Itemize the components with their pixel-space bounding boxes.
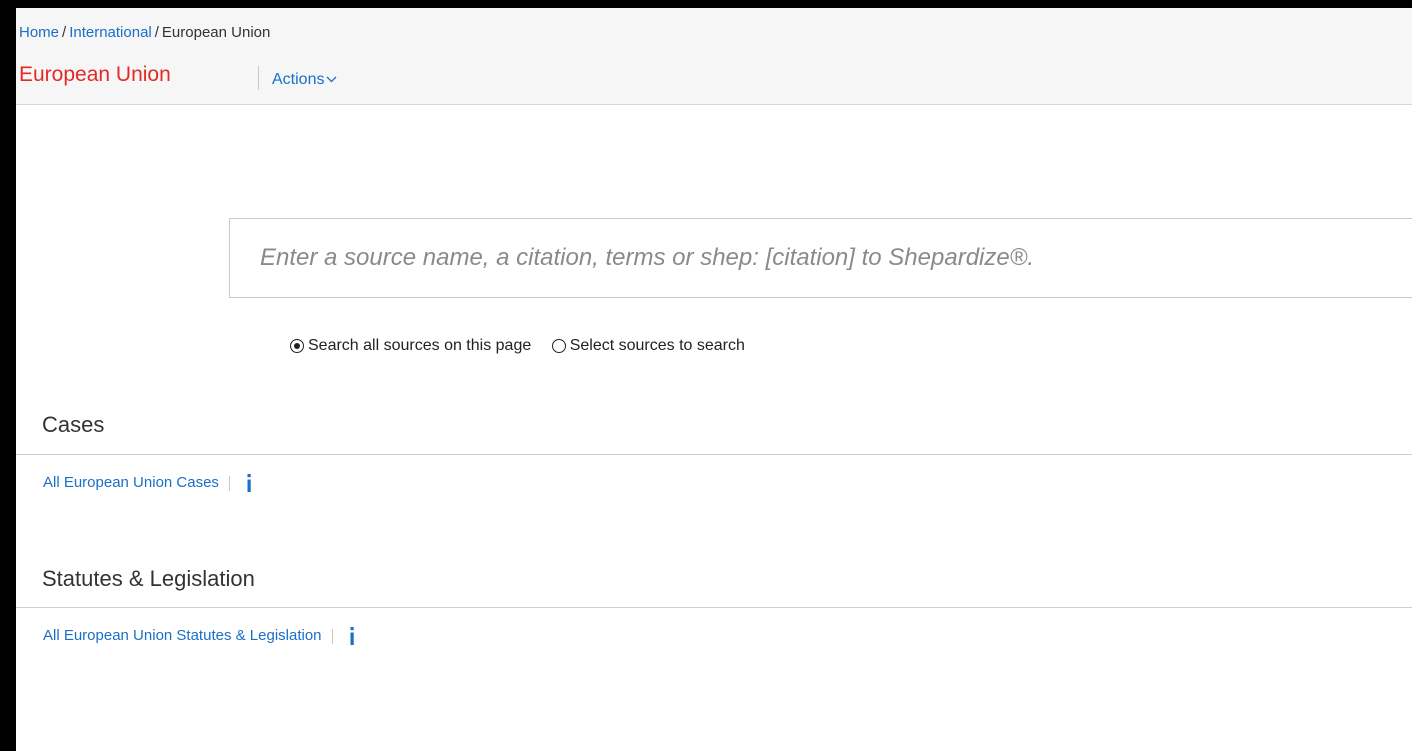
breadcrumb: Home / International / European Union xyxy=(19,23,270,43)
page-header: Home / International / European Union Europe… xyxy=(16,8,1412,105)
link-divider xyxy=(228,475,230,491)
info-icon[interactable] xyxy=(244,472,254,494)
source-row-cases: All European Union Cases xyxy=(43,472,254,494)
actions-dropdown[interactable]: Actions xyxy=(272,68,337,91)
all-eu-cases-link[interactable]: All European Union Cases xyxy=(43,473,219,493)
link-divider xyxy=(331,628,333,644)
info-icon[interactable] xyxy=(347,625,357,647)
chevron-down-icon xyxy=(326,68,337,90)
section-heading-statutes: Statutes & Legislation xyxy=(42,566,255,591)
actions-label: Actions xyxy=(272,71,325,88)
section-heading-cases: Cases xyxy=(42,412,105,437)
search-input[interactable] xyxy=(230,219,1412,297)
search-all-sources-radio[interactable]: Search all sources on this page xyxy=(290,335,531,357)
source-row-statutes: All European Union Statutes & Legislatio… xyxy=(43,625,357,647)
search-scope-options: Search all sources on this page Select s… xyxy=(290,335,745,360)
select-sources-radio[interactable]: Select sources to search xyxy=(551,335,745,357)
all-eu-statutes-link[interactable]: All European Union Statutes & Legislatio… xyxy=(43,626,322,646)
page-title: European Union xyxy=(19,63,171,86)
section-divider xyxy=(16,607,1412,608)
breadcrumb-international-link[interactable]: International xyxy=(69,24,152,41)
breadcrumb-current: European Union xyxy=(161,24,271,41)
breadcrumb-separator: / xyxy=(154,24,159,41)
search-all-sources-label: Search all sources on this page xyxy=(308,337,532,354)
breadcrumb-separator: / xyxy=(62,24,67,41)
title-divider xyxy=(258,66,259,90)
section-divider xyxy=(16,454,1412,455)
breadcrumb-home-link[interactable]: Home xyxy=(19,24,59,41)
select-sources-label: Select sources to search xyxy=(569,337,745,354)
page: Home / International / European Union Europe… xyxy=(16,8,1412,751)
radio-selected-icon xyxy=(290,339,304,353)
search-box xyxy=(229,218,1412,298)
radio-unselected-icon xyxy=(551,339,566,353)
